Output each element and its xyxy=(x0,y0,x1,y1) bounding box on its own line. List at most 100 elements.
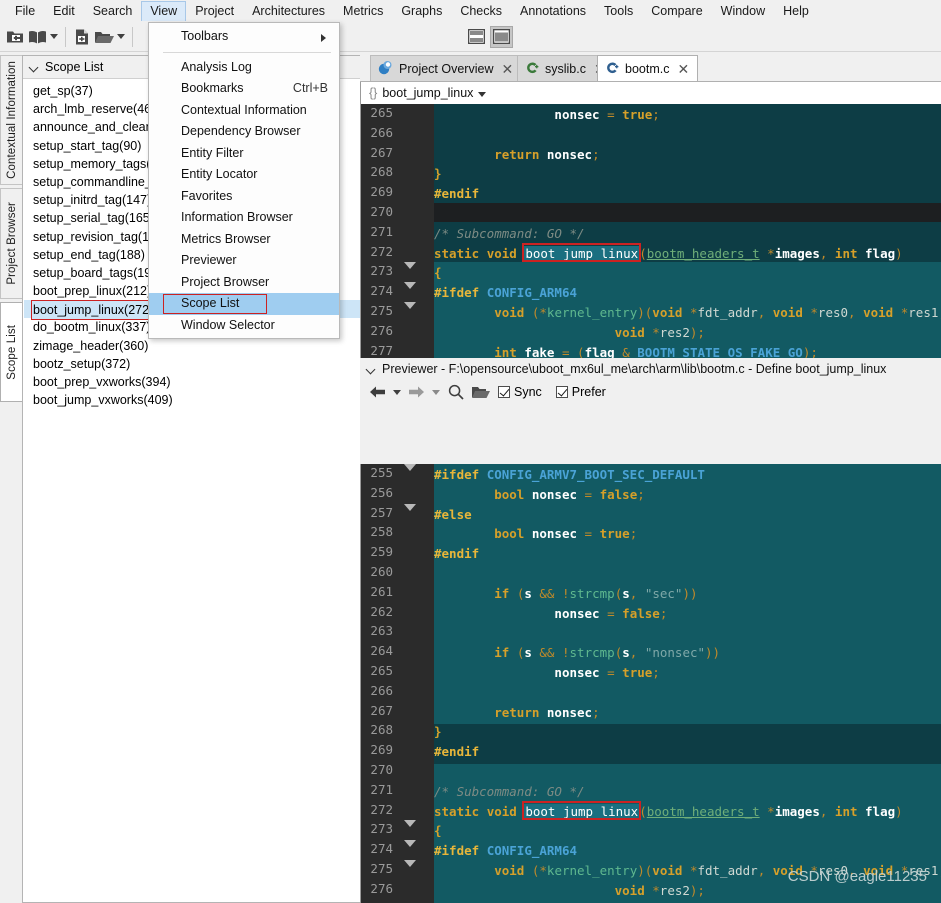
fold-triangle-icon[interactable] xyxy=(404,302,416,324)
code-text-area[interactable]: #ifdef CONFIG_ARMV7_BOOT_SEC_DEFAULT boo… xyxy=(434,464,941,903)
sync-label: Sync xyxy=(514,385,542,399)
symbol-highlight-box xyxy=(522,242,642,262)
menu-graphs[interactable]: Graphs xyxy=(392,1,451,22)
fold-triangle-icon[interactable] xyxy=(404,464,416,486)
list-item[interactable]: zimage_header(360) xyxy=(24,337,368,355)
main-toolbar xyxy=(0,22,941,52)
open-book-icon[interactable] xyxy=(26,26,48,48)
folder-dropdown-caret[interactable] xyxy=(115,26,127,48)
project-overview-icon xyxy=(378,60,393,78)
menu-item-label: Favorites xyxy=(181,188,233,203)
view-menu-item-toolbars[interactable]: Toolbars xyxy=(149,26,339,48)
menu-compare[interactable]: Compare xyxy=(642,1,711,22)
vtab-label: Scope List xyxy=(5,324,18,380)
view-menu-item-dependency-browser[interactable]: Dependency Browser xyxy=(149,121,339,143)
tab-label: Project Overview xyxy=(399,62,494,76)
view-menu-item-metrics-browser[interactable]: Metrics Browser xyxy=(149,229,339,251)
previewer-panel-header: Previewer - F:\opensource\uboot_mx6ul_me… xyxy=(360,358,941,404)
code-line: nonsec = true; xyxy=(554,107,660,122)
chevron-down-icon[interactable] xyxy=(367,365,376,374)
menu-tools[interactable]: Tools xyxy=(595,1,642,22)
view-menu-item-contextual-information[interactable]: Contextual Information xyxy=(149,100,339,122)
fold-triangle-icon[interactable] xyxy=(404,503,416,526)
menu-architectures[interactable]: Architectures xyxy=(243,1,334,22)
fold-triangle-icon[interactable] xyxy=(404,282,416,305)
menu-checks[interactable]: Checks xyxy=(451,1,511,22)
prefer-checkbox[interactable]: Prefer xyxy=(555,385,606,399)
split-horizontal-icon[interactable] xyxy=(465,26,488,48)
menu-item-label: Project Browser xyxy=(181,274,270,289)
menu-project[interactable]: Project xyxy=(186,1,243,22)
menu-item-label: Bookmarks xyxy=(181,81,244,95)
code-line: { xyxy=(434,823,442,839)
menu-item-label: Previewer xyxy=(181,253,237,267)
prefer-label: Prefer xyxy=(571,385,606,399)
toolbar-separator-2 xyxy=(132,26,133,47)
folder-icon[interactable] xyxy=(470,382,491,403)
forward-history-caret[interactable] xyxy=(431,382,441,403)
close-icon[interactable]: ✕ xyxy=(675,62,689,76)
back-history-caret[interactable] xyxy=(392,382,402,403)
menu-metrics[interactable]: Metrics xyxy=(334,1,392,22)
menu-annotations[interactable]: Annotations xyxy=(511,1,595,22)
view-menu-item-information-browser[interactable]: Information Browser xyxy=(149,207,339,229)
menu-file[interactable]: File xyxy=(6,1,44,22)
line-number: 270 xyxy=(370,762,393,777)
line-number: 275 xyxy=(370,861,393,876)
magnifier-icon[interactable] xyxy=(445,382,466,403)
book-dropdown-caret[interactable] xyxy=(48,26,60,48)
line-number: 260 xyxy=(370,564,393,579)
view-menu-item-favorites[interactable]: Favorites xyxy=(149,186,339,208)
c-file-icon xyxy=(525,61,539,78)
list-item[interactable]: bootz_setup(372) xyxy=(24,355,368,373)
breadcrumb[interactable]: {} boot_jump_linux xyxy=(360,82,941,104)
sidebar-tab-contextual-information[interactable]: Contextual Information xyxy=(0,55,22,185)
code-editor-bootm-c[interactable]: 2652662672682692702712722732742752762772… xyxy=(360,104,941,401)
symbol-highlight-box xyxy=(522,800,642,820)
view-menu-item-project-browser[interactable]: Project Browser xyxy=(149,272,339,294)
view-menu-item-entity-locator[interactable]: Entity Locator xyxy=(149,164,339,186)
fold-triangle-icon[interactable] xyxy=(404,840,416,863)
chevron-down-icon[interactable] xyxy=(478,91,487,97)
code-line: return nonsec; xyxy=(494,704,600,720)
view-menu-item-bookmarks[interactable]: Bookmarks Ctrl+B xyxy=(149,78,339,100)
line-number: 263 xyxy=(370,623,393,639)
fold-triangle-icon[interactable] xyxy=(404,262,416,285)
brace-icon: {} xyxy=(369,86,378,100)
arrow-left-icon[interactable] xyxy=(367,382,388,403)
menu-window[interactable]: Window xyxy=(712,1,774,22)
view-menu-item-analysis-log[interactable]: Analysis Log xyxy=(149,57,339,79)
close-icon[interactable]: ✕ xyxy=(499,62,513,76)
menu-edit[interactable]: Edit xyxy=(44,1,84,22)
menu-item-label: Entity Locator xyxy=(181,167,258,181)
view-menu-item-scope-list[interactable]: Scope List xyxy=(149,293,339,315)
code-line: bool nonsec = true; xyxy=(494,526,638,542)
view-menu-item-entity-filter[interactable]: Entity Filter xyxy=(149,143,339,165)
tab-label: syslib.c xyxy=(545,62,586,76)
previewer-code-view[interactable]: 255 256 257 258 259 260 261 262 263 264 265 266 267 2… xyxy=(360,464,941,903)
menu-view[interactable]: View xyxy=(141,1,187,21)
sync-checkbox[interactable]: Sync xyxy=(498,385,542,399)
list-item[interactable]: boot_prep_vxworks(394) xyxy=(24,373,368,391)
menu-search[interactable]: Search xyxy=(84,1,142,22)
single-pane-icon[interactable] xyxy=(490,25,513,48)
open-folder-icon[interactable] xyxy=(93,26,115,48)
menu-item-label: Dependency Browser xyxy=(181,124,301,138)
arrow-right-icon[interactable] xyxy=(406,382,427,403)
sidebar-tab-scope-list[interactable]: Scope List xyxy=(0,302,22,402)
view-menu-item-previewer[interactable]: Previewer xyxy=(149,250,339,272)
menu-help[interactable]: Help xyxy=(774,1,818,22)
view-menu-item-window-selector[interactable]: Window Selector xyxy=(149,315,339,337)
tab-project-overview[interactable]: Project Overview ✕ xyxy=(370,55,523,82)
list-item[interactable]: boot_jump_vxworks(409) xyxy=(24,391,368,409)
menu-item-label: Toolbars xyxy=(181,29,229,43)
tab-bootm-c[interactable]: bootm.c ✕ xyxy=(597,55,699,82)
sidebar-tab-project-browser[interactable]: Project Browser xyxy=(0,188,22,299)
line-number: 258 xyxy=(370,524,393,540)
code-text-area[interactable]: nonsec = true; return nonsec;} #endif /* S… xyxy=(434,104,941,401)
new-project-icon[interactable] xyxy=(4,26,26,48)
fold-triangle-icon[interactable] xyxy=(404,820,416,843)
new-file-icon[interactable] xyxy=(71,26,93,48)
chevron-down-icon[interactable] xyxy=(30,63,39,72)
fold-triangle-icon[interactable] xyxy=(404,860,416,882)
